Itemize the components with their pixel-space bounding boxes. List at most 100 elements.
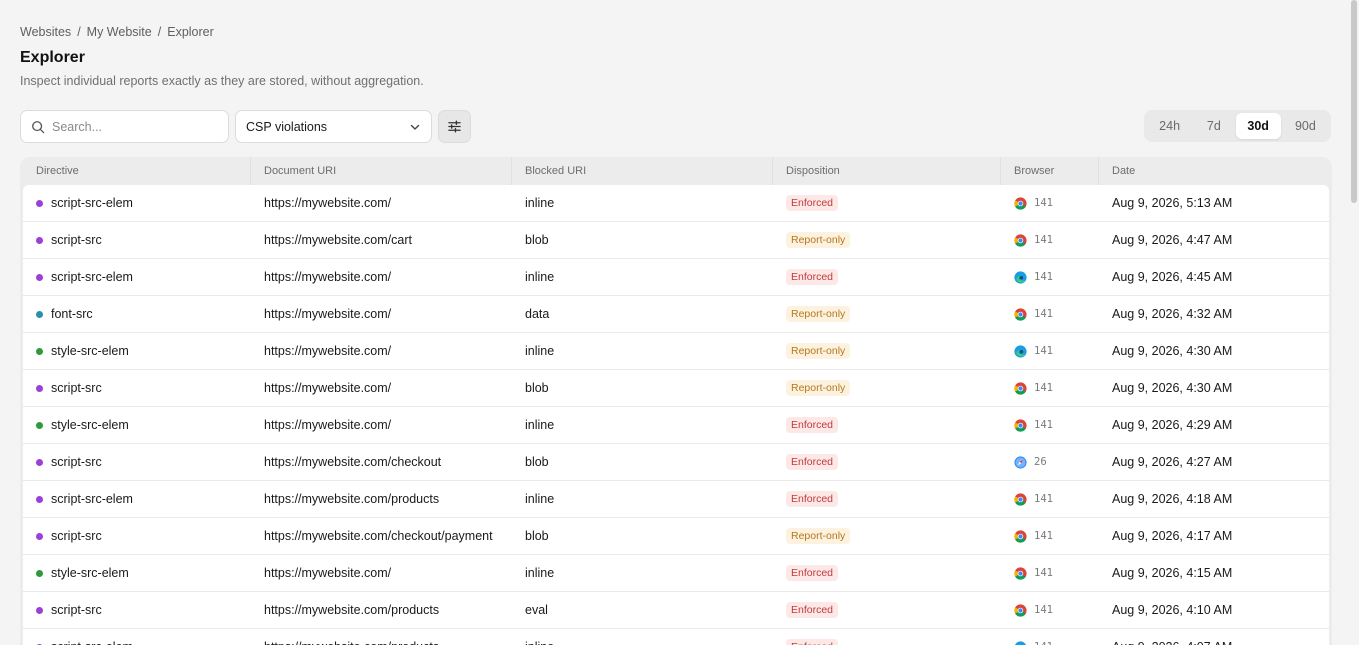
blocked-uri-text: inline bbox=[525, 640, 554, 645]
document-uri-cell: https://mywebsite.com/ bbox=[251, 418, 512, 432]
blocked-uri-text: inline bbox=[525, 418, 555, 432]
directive-type-dot bbox=[36, 606, 43, 614]
document-uri-text: https://mywebsite.com/ bbox=[264, 196, 392, 210]
browser-version: 26 bbox=[1034, 456, 1047, 468]
blocked-uri-cell: inline bbox=[512, 566, 773, 580]
page-title: Explorer bbox=[20, 49, 85, 66]
search-box[interactable] bbox=[20, 110, 229, 143]
range-90d[interactable]: 90d bbox=[1283, 113, 1328, 139]
directive-cell: style-src-elem bbox=[23, 418, 251, 432]
directive-type-dot bbox=[36, 199, 43, 207]
directive-cell: script-src-elem bbox=[23, 492, 251, 506]
document-uri-text: https://mywebsite.com/checkout bbox=[264, 455, 442, 469]
chevron-down-icon bbox=[410, 124, 420, 130]
range-30d[interactable]: 30d bbox=[1235, 113, 1281, 139]
blocked-uri-text: blob bbox=[525, 455, 549, 469]
blocked-uri-cell: inline bbox=[512, 418, 773, 432]
directive-type-dot bbox=[36, 273, 43, 281]
date-cell: Aug 9, 2026, 4:30 AM bbox=[1099, 344, 1329, 358]
table-row[interactable]: script-src https://mywebsite.com/products… bbox=[23, 592, 1329, 629]
page-scrollbar[interactable] bbox=[1351, 0, 1357, 203]
breadcrumb-separator: / bbox=[77, 25, 81, 39]
table-row[interactable]: script-src-elem https://mywebsite.com/pro… bbox=[23, 481, 1329, 518]
disposition-cell: Enforced bbox=[773, 639, 1001, 645]
browser-cell: 141 bbox=[1001, 344, 1099, 358]
directive-text: style-src-elem bbox=[51, 418, 129, 432]
chrome-icon bbox=[1014, 381, 1027, 395]
directive-cell: script-src bbox=[23, 455, 251, 469]
report-type-select[interactable]: CSP violations bbox=[235, 110, 432, 143]
directive-type-dot bbox=[36, 347, 43, 355]
directive-text: script-src bbox=[51, 233, 102, 247]
browser-version: 141 bbox=[1034, 567, 1053, 579]
table-row[interactable]: style-src-elem https://mywebsite.com/inli… bbox=[23, 407, 1329, 444]
document-uri-text: https://mywebsite.com/ bbox=[264, 344, 392, 358]
blocked-uri-cell: inline bbox=[512, 344, 773, 358]
disposition-cell: Enforced bbox=[773, 417, 1001, 433]
table-row[interactable]: font-src https://mywebsite.com/data Report… bbox=[23, 296, 1329, 333]
column-header-browser[interactable]: Browser bbox=[1001, 157, 1099, 185]
time-range-selector: 24h 7d 30d 90d bbox=[1144, 110, 1331, 142]
document-uri-text: https://mywebsite.com/products bbox=[264, 603, 440, 617]
table-row[interactable]: script-src https://mywebsite.com/blob Repo… bbox=[23, 370, 1329, 407]
blocked-uri-text: blob bbox=[525, 381, 549, 395]
date-text: Aug 9, 2026, 4:15 AM bbox=[1112, 566, 1233, 580]
document-uri-cell: https://mywebsite.com/products bbox=[251, 603, 512, 617]
document-uri-cell: https://mywebsite.com/ bbox=[251, 566, 512, 580]
filter-settings-button[interactable] bbox=[438, 110, 471, 143]
directive-cell: script-src bbox=[23, 603, 251, 617]
search-input[interactable] bbox=[52, 119, 212, 134]
blocked-uri-text: blob bbox=[525, 529, 549, 543]
table-row[interactable]: style-src-elem https://mywebsite.com/inli… bbox=[23, 555, 1329, 592]
directive-text: script-src bbox=[51, 529, 102, 543]
column-header-document-uri[interactable]: Document URI bbox=[251, 157, 512, 185]
date-cell: Aug 9, 2026, 4:47 AM bbox=[1099, 233, 1329, 247]
chrome-icon bbox=[1014, 566, 1027, 580]
browser-cell: 141 bbox=[1001, 381, 1099, 395]
blocked-uri-cell: blob bbox=[512, 455, 773, 469]
disposition-badge: Enforced bbox=[786, 454, 839, 470]
disposition-badge: Report-only bbox=[786, 343, 851, 359]
browser-version: 141 bbox=[1034, 604, 1053, 616]
browser-version: 141 bbox=[1034, 641, 1053, 645]
table-row[interactable]: style-src-elem https://mywebsite.com/inli… bbox=[23, 333, 1329, 370]
chrome-icon bbox=[1014, 418, 1027, 432]
column-header-disposition[interactable]: Disposition bbox=[773, 157, 1001, 185]
breadcrumb-my-website[interactable]: My Website bbox=[87, 25, 152, 39]
table-row[interactable]: script-src https://mywebsite.com/cart blob… bbox=[23, 222, 1329, 259]
directive-type-dot bbox=[36, 310, 43, 318]
document-uri-cell: https://mywebsite.com/ bbox=[251, 270, 512, 284]
table-row[interactable]: script-src-elem https://mywebsite.com/pro… bbox=[23, 629, 1329, 645]
range-7d[interactable]: 7d bbox=[1194, 113, 1233, 139]
table-row[interactable]: script-src-elem https://mywebsite.com/inl… bbox=[23, 259, 1329, 296]
date-text: Aug 9, 2026, 4:17 AM bbox=[1112, 529, 1233, 543]
date-cell: Aug 9, 2026, 4:27 AM bbox=[1099, 455, 1329, 469]
directive-cell: script-src-elem bbox=[23, 270, 251, 284]
edge-icon bbox=[1014, 640, 1027, 645]
blocked-uri-text: data bbox=[525, 307, 550, 321]
directive-type-dot bbox=[36, 384, 43, 392]
directive-text: script-src-elem bbox=[51, 270, 133, 284]
range-24h[interactable]: 24h bbox=[1147, 113, 1192, 139]
column-header-blocked-uri[interactable]: Blocked URI bbox=[512, 157, 773, 185]
table-row[interactable]: script-src https://mywebsite.com/checkout… bbox=[23, 444, 1329, 481]
breadcrumb-websites[interactable]: Websites bbox=[20, 25, 71, 39]
blocked-uri-cell: inline bbox=[512, 270, 773, 284]
date-text: Aug 9, 2026, 4:32 AM bbox=[1112, 307, 1233, 321]
disposition-badge: Enforced bbox=[786, 195, 839, 211]
document-uri-text: https://mywebsite.com/products bbox=[264, 640, 439, 645]
table-row[interactable]: script-src https://mywebsite.com/checkout… bbox=[23, 518, 1329, 555]
directive-type-dot bbox=[36, 495, 43, 503]
reports-table: Directive Document URI Blocked URI Dispo… bbox=[20, 157, 1332, 645]
column-header-date[interactable]: Date bbox=[1099, 157, 1329, 185]
document-uri-cell: https://mywebsite.com/products bbox=[251, 640, 512, 645]
document-uri-cell: https://mywebsite.com/ bbox=[251, 344, 512, 358]
document-uri-cell: https://mywebsite.com/checkout/payment bbox=[251, 529, 512, 543]
document-uri-text: https://mywebsite.com/cart bbox=[264, 233, 412, 247]
sliders-icon bbox=[448, 120, 461, 133]
blocked-uri-cell: data bbox=[512, 307, 773, 321]
column-header-directive[interactable]: Directive bbox=[23, 157, 251, 185]
table-row[interactable]: script-src-elem https://mywebsite.com/inl… bbox=[23, 185, 1329, 222]
disposition-cell: Enforced bbox=[773, 602, 1001, 618]
date-cell: Aug 9, 2026, 4:18 AM bbox=[1099, 492, 1329, 506]
